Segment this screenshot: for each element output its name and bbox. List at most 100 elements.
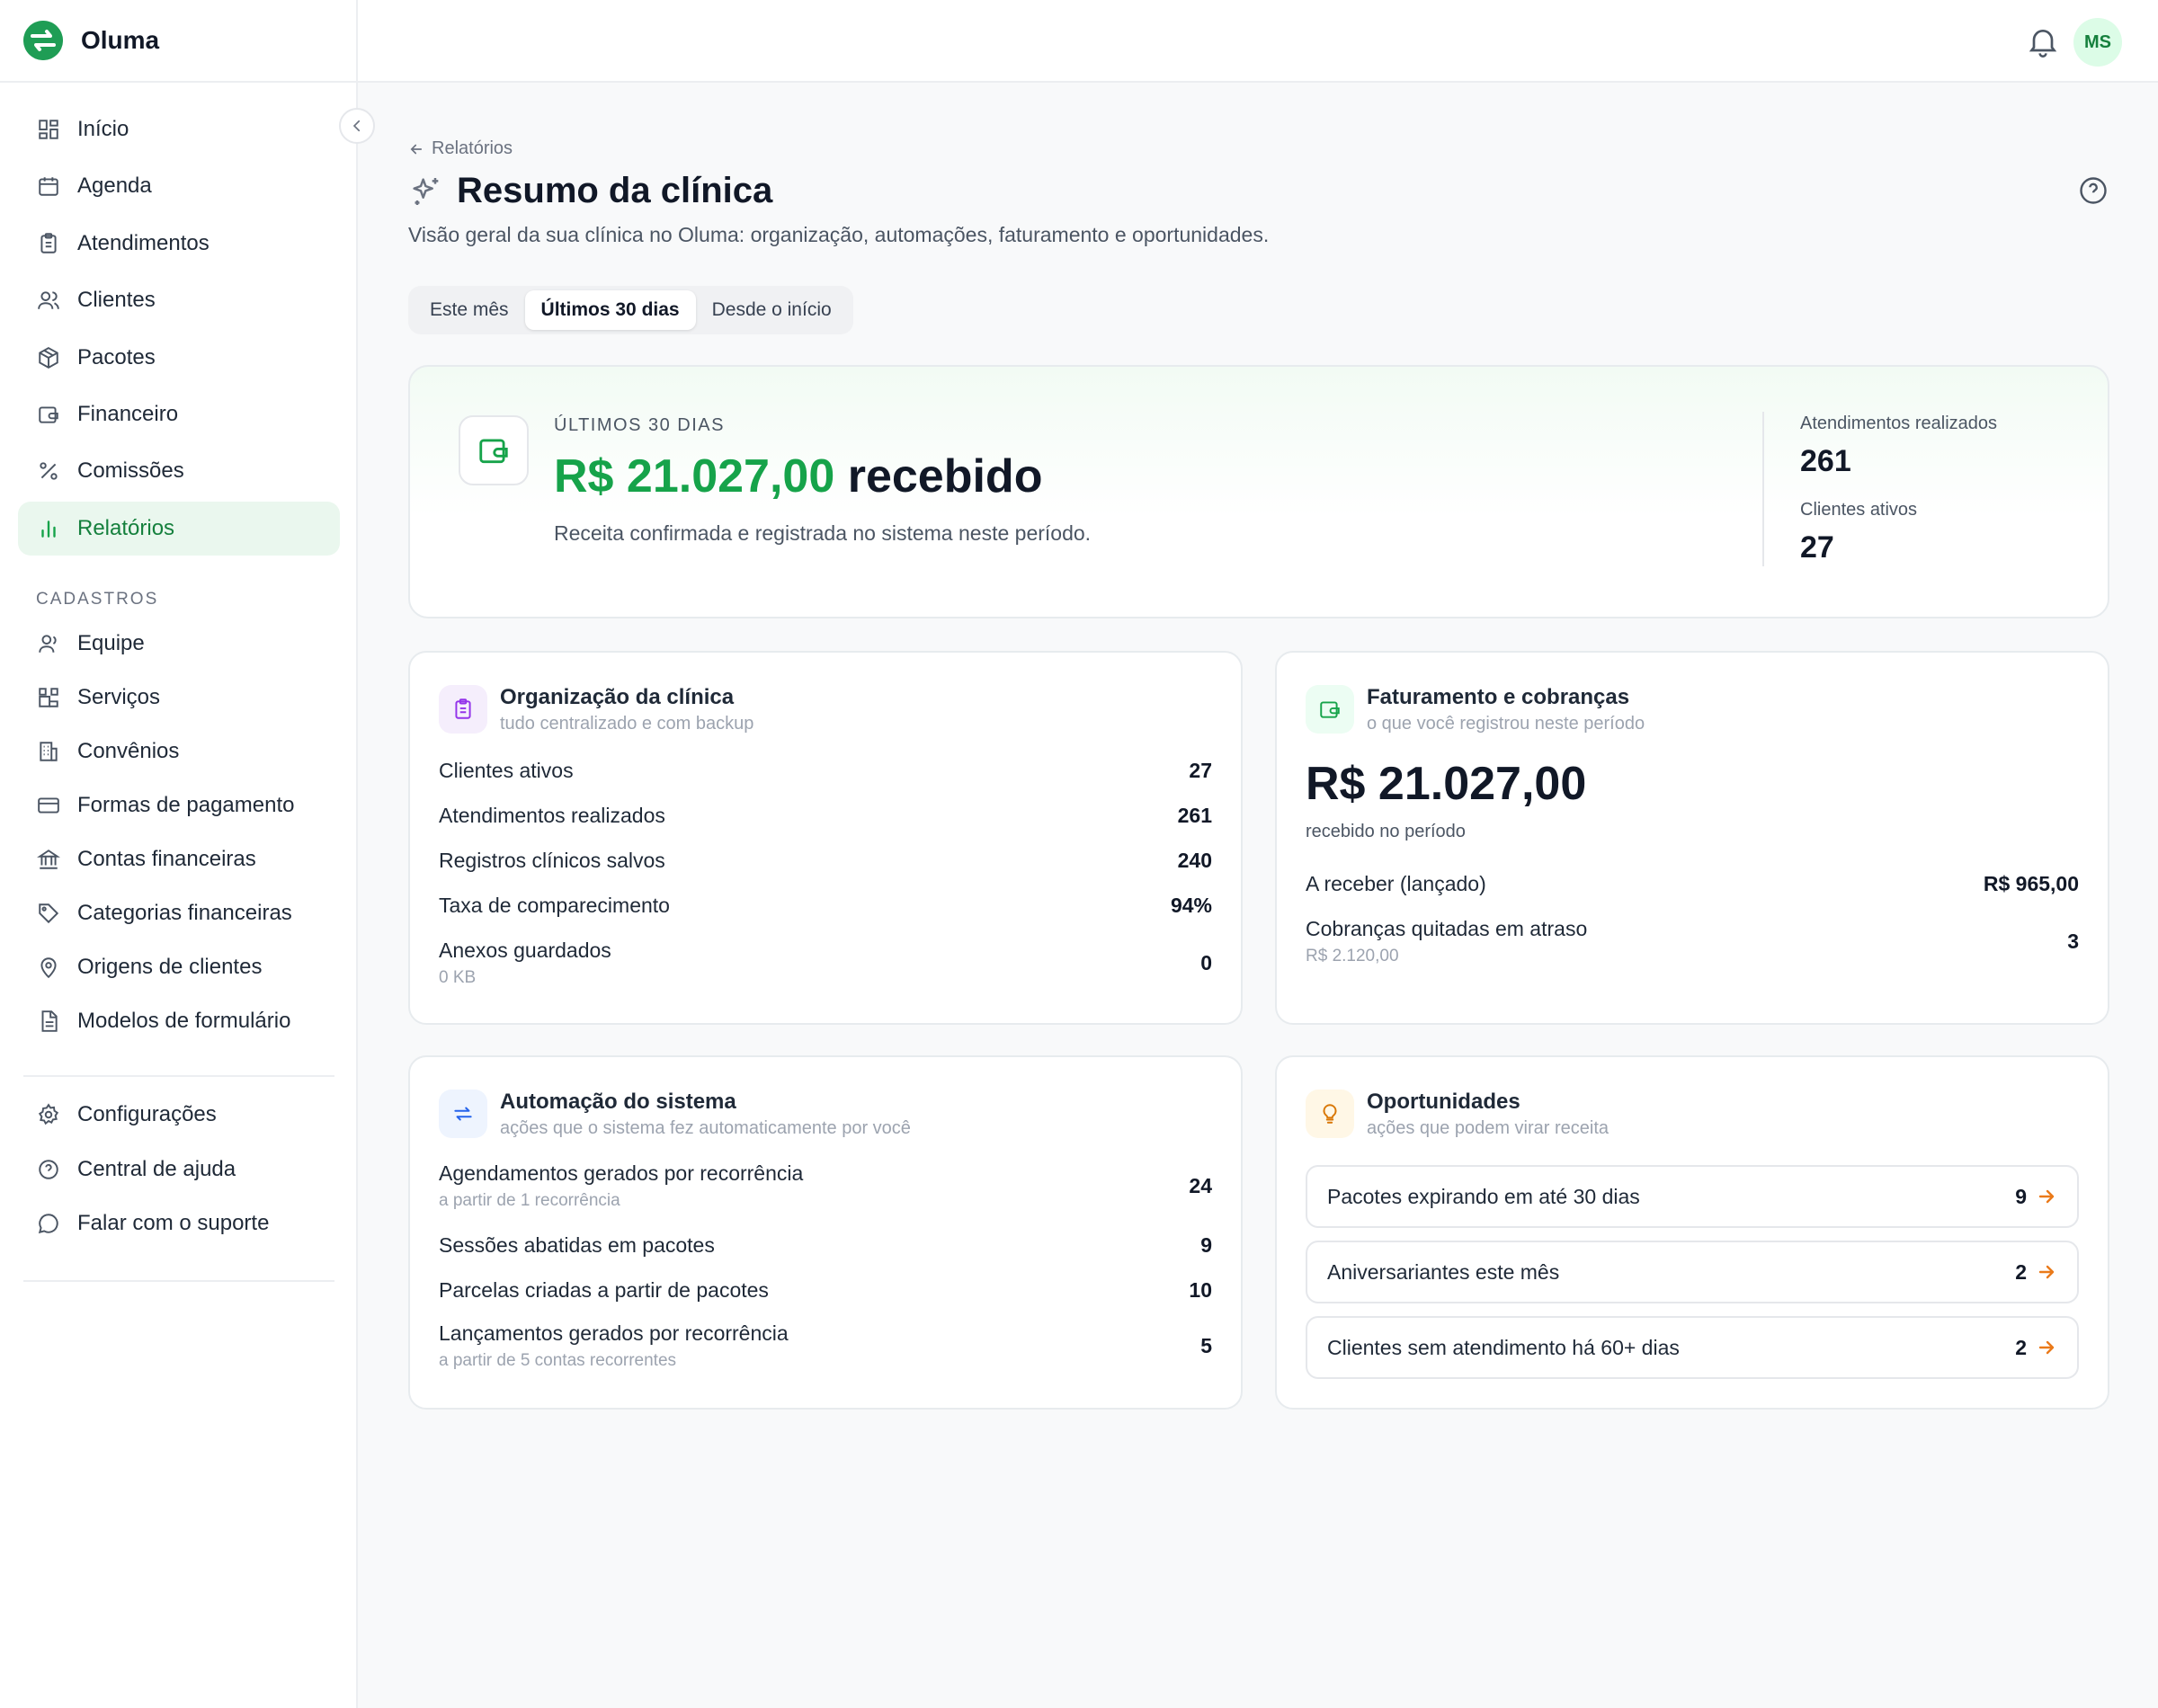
wallet-icon <box>36 402 61 427</box>
grid-icon <box>36 117 61 142</box>
sidebar-item-modelos-formulario[interactable]: Modelos de formulário <box>18 994 340 1048</box>
breadcrumb[interactable]: Relatórios <box>408 138 513 159</box>
sidebar-item-label: Formas de pagamento <box>77 793 295 817</box>
sidebar-item-convenios[interactable]: Convênios <box>18 725 340 778</box>
avatar[interactable]: MS <box>2073 18 2122 67</box>
sidebar-item-label: Modelos de formulário <box>77 1009 291 1033</box>
hero-amount-value: R$ 21.027,00 <box>554 450 835 503</box>
list-item: Agendamentos gerados por recorrência a p… <box>439 1161 1212 1211</box>
page-subtitle: Visão geral da sua clínica no Oluma: org… <box>408 223 1270 246</box>
opportunity-count: 2 <box>2015 1259 2027 1284</box>
card-subtitle: tudo centralizado e com backup <box>500 714 754 734</box>
list-item: Sessões abatidas em pacotes 9 <box>439 1233 1212 1258</box>
bell-icon[interactable] <box>2025 23 2061 59</box>
period-tabs: Este mês Últimos 30 dias Desde o início <box>408 286 853 334</box>
row-sub: a partir de 1 recorrência <box>439 1191 620 1210</box>
sidebar-item-relatorios[interactable]: Relatórios <box>18 501 340 556</box>
sidebar-item-label: Serviços <box>77 685 161 709</box>
cadastros-nav: Equipe Serviços Convênios Formas de paga… <box>18 617 340 1048</box>
percent-icon <box>36 458 61 484</box>
tab-este-mes[interactable]: Este mês <box>414 290 525 330</box>
sidebar-item-label: Clientes <box>77 288 156 313</box>
opportunity-item[interactable]: Clientes sem atendimento há 60+ dias 2 <box>1306 1316 2079 1379</box>
list-item: Registros clínicos salvos 240 <box>439 849 1212 873</box>
opportunity-item[interactable]: Pacotes expirando em até 30 dias 9 <box>1306 1165 2079 1228</box>
clipboard-icon <box>36 231 61 256</box>
row-value: 261 <box>1177 804 1212 827</box>
hero-description: Receita confirmada e registrada no siste… <box>554 521 1092 545</box>
breadcrumb-label: Relatórios <box>432 138 513 158</box>
brand[interactable]: Oluma <box>0 0 356 83</box>
sidebar-item-configuracoes[interactable]: Configurações <box>18 1088 340 1142</box>
tab-ultimos-30-dias[interactable]: Últimos 30 dias <box>524 290 696 330</box>
sparkles-icon <box>408 173 444 209</box>
clipboard-icon <box>439 685 487 734</box>
row-text: Cobranças quitadas em atraso R$ 2.120,00 <box>1306 917 1587 966</box>
billing-amount: R$ 21.027,00 <box>1306 758 1587 810</box>
hero-stat-label: Clientes ativos <box>1800 500 1918 520</box>
sidebar-item-label: Atendimentos <box>77 230 210 255</box>
list-item: Parcelas criadas a partir de pacotes 10 <box>439 1278 1212 1303</box>
sidebar-item-clientes[interactable]: Clientes <box>18 273 340 327</box>
sidebar-item-label: Pacotes <box>77 344 156 369</box>
card-subtitle: o que você registrou neste período <box>1367 714 1645 734</box>
opportunity-label: Clientes sem atendimento há 60+ dias <box>1327 1335 1680 1359</box>
help-circle-icon <box>36 1157 61 1182</box>
credit-card-icon <box>36 793 61 818</box>
sidebar-item-categorias-financeiras[interactable]: Categorias financeiras <box>18 886 340 940</box>
list-item: Cobranças quitadas em atraso R$ 2.120,00… <box>1306 917 2079 966</box>
sidebar-item-central-ajuda[interactable]: Central de ajuda <box>18 1143 340 1196</box>
lightbulb-icon <box>1306 1090 1354 1138</box>
sidebar-item-origens-clientes[interactable]: Origens de clientes <box>18 940 340 994</box>
card-title: Faturamento e cobranças <box>1367 685 1630 709</box>
sidebar-item-label: Relatórios <box>77 515 175 540</box>
sidebar-item-equipe[interactable]: Equipe <box>18 617 340 671</box>
row-label: A receber (lançado) <box>1306 872 1486 895</box>
row-label: Cobranças quitadas em atraso <box>1306 917 1588 940</box>
collapse-sidebar-button[interactable] <box>339 108 375 144</box>
list-item: Anexos guardados 0 KB 0 <box>439 939 1212 988</box>
sidebar-divider <box>23 1280 334 1282</box>
footer-nav: Configurações Central de ajuda Falar com… <box>18 1088 340 1251</box>
repeat-icon <box>439 1090 487 1138</box>
sidebar-item-inicio[interactable]: Início <box>18 102 340 156</box>
sidebar-item-agenda[interactable]: Agenda <box>18 159 340 213</box>
list-item: Taxa de comparecimento 94% <box>439 894 1212 918</box>
automation-card: Automação do sistema ações que o sistema… <box>408 1055 1243 1410</box>
arrow-right-icon <box>2038 1189 2055 1204</box>
row-value: 9 <box>1200 1233 1212 1257</box>
billing-amount-caption: recebido no período <box>1306 822 1466 841</box>
sidebar-item-comissoes[interactable]: Comissões <box>18 444 340 498</box>
wallet-icon <box>459 415 529 485</box>
row-label: Taxa de comparecimento <box>439 894 670 917</box>
tab-desde-o-inicio[interactable]: Desde o início <box>696 290 848 330</box>
row-label: Atendimentos realizados <box>439 804 665 827</box>
sidebar-item-formas-pagamento[interactable]: Formas de pagamento <box>18 778 340 832</box>
sidebar-item-contas-financeiras[interactable]: Contas financeiras <box>18 832 340 886</box>
user-icon <box>36 631 61 656</box>
wallet-icon <box>1306 685 1354 734</box>
help-icon[interactable] <box>2077 174 2109 207</box>
sidebar-item-label: Falar com o suporte <box>77 1211 270 1235</box>
sidebar-item-label: Categorias financeiras <box>77 901 292 925</box>
sidebar-item-servicos[interactable]: Serviços <box>18 671 340 725</box>
list-item: Atendimentos realizados 261 <box>439 804 1212 828</box>
sidebar-item-suporte[interactable]: Falar com o suporte <box>18 1196 340 1250</box>
row-value: 3 <box>2067 930 2079 953</box>
sidebar-item-label: Central de ajuda <box>77 1156 236 1181</box>
file-text-icon <box>36 1009 61 1034</box>
opportunity-right: 2 <box>2015 1260 2057 1285</box>
opportunity-count: 9 <box>2015 1184 2027 1208</box>
sidebar-item-financeiro[interactable]: Financeiro <box>18 387 340 441</box>
row-label: Agendamentos gerados por recorrência <box>439 1161 804 1185</box>
sidebar-item-label: Comissões <box>77 458 184 484</box>
hero-stat-value: 261 <box>1800 444 1851 478</box>
calendar-icon <box>36 173 61 199</box>
opportunity-item[interactable]: Aniversariantes este mês 2 <box>1306 1241 2079 1303</box>
arrow-left-icon <box>410 144 423 154</box>
row-label: Lançamentos gerados por recorrência <box>439 1321 789 1345</box>
opportunity-count: 2 <box>2015 1335 2027 1359</box>
sidebar-item-pacotes[interactable]: Pacotes <box>18 331 340 385</box>
sidebar-item-atendimentos[interactable]: Atendimentos <box>18 217 340 271</box>
opportunity-label: Aniversariantes este mês <box>1327 1259 1560 1284</box>
